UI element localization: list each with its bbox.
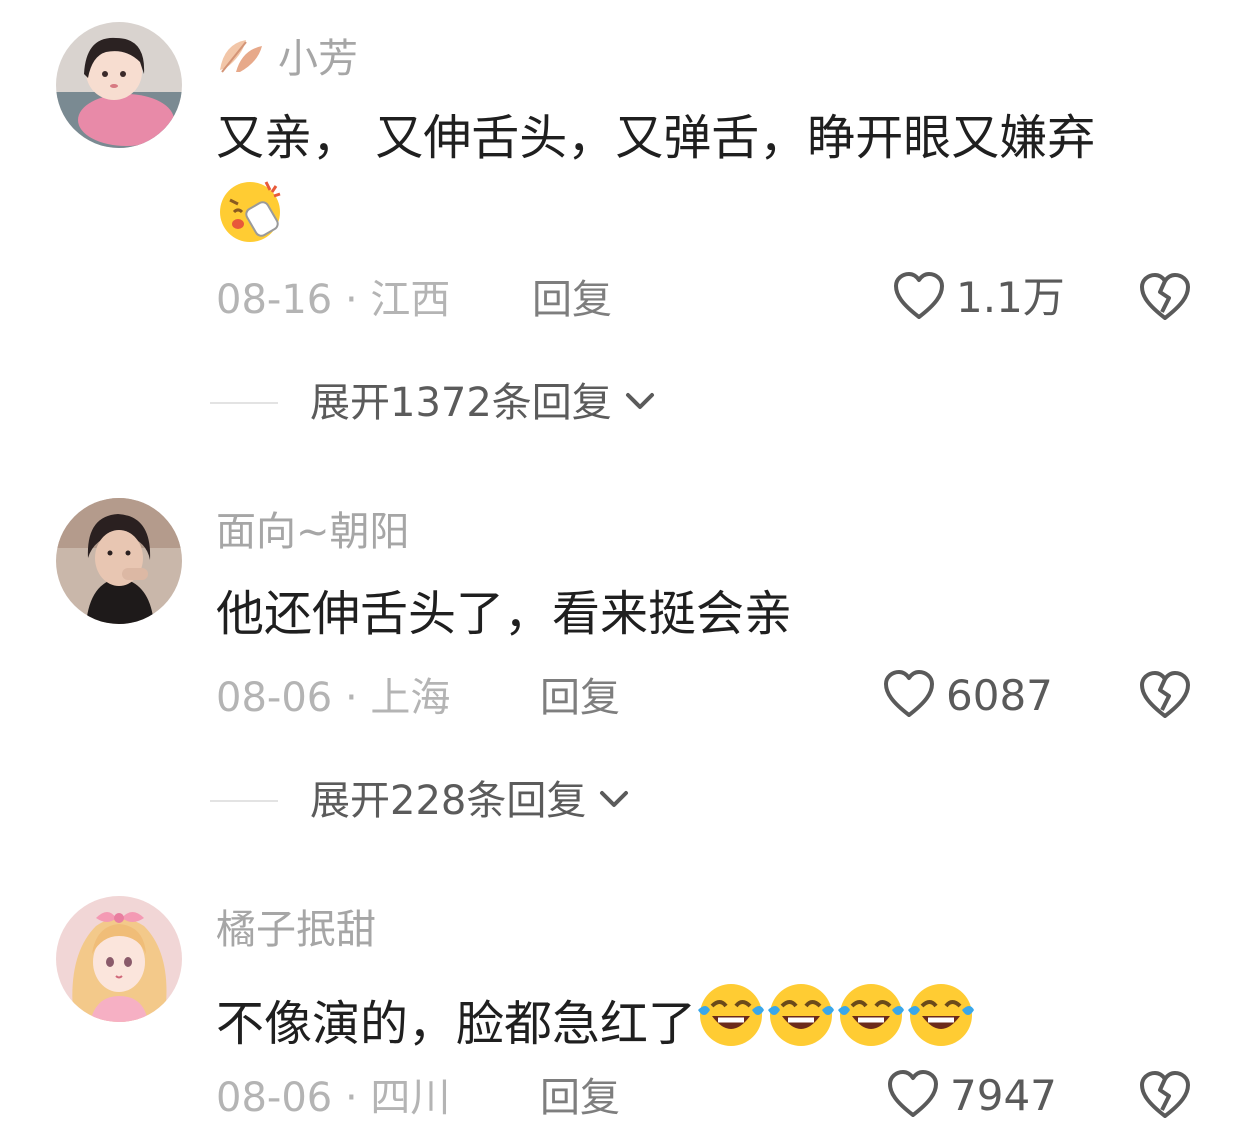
leaf-decoration-icon xyxy=(216,34,272,83)
like-count: 1.1万 xyxy=(956,273,1065,322)
heart-outline-icon xyxy=(886,1069,940,1123)
comment-text: 又亲， 又伸舌头，又弹舌，睁开眼又嫌弃 xyxy=(216,106,1216,260)
expand-replies-button[interactable]: 展开1372条回复 xyxy=(210,378,658,428)
reply-button[interactable]: 回复 xyxy=(532,280,612,320)
avatar[interactable] xyxy=(56,22,182,148)
username-text: 小芳 xyxy=(278,36,358,82)
chevron-down-icon xyxy=(596,787,632,815)
reply-button[interactable]: 回复 xyxy=(540,1078,620,1118)
like-button[interactable]: 6087 xyxy=(882,670,1053,722)
kissing-shocked-face-emoji-icon xyxy=(216,178,286,260)
broken-heart-icon xyxy=(1138,1071,1192,1124)
heart-outline-icon xyxy=(882,669,936,723)
expand-replies-label: 展开1372条回复 xyxy=(310,380,612,426)
broken-heart-icon xyxy=(1138,671,1192,724)
divider-line xyxy=(210,402,278,404)
heart-outline-icon xyxy=(892,271,946,325)
comment-text: 不像演的，脸都急红了 xyxy=(216,980,1216,1066)
username[interactable]: 橘子抿甜 xyxy=(216,910,376,950)
like-button[interactable]: 7947 xyxy=(886,1070,1057,1122)
date-location: 08-06 · 四川 xyxy=(216,1075,451,1121)
like-count: 7947 xyxy=(950,1071,1057,1120)
date-location: 08-06 · 上海 xyxy=(216,675,451,721)
chevron-down-icon xyxy=(622,389,658,417)
divider-line xyxy=(210,800,278,802)
avatar[interactable] xyxy=(56,896,182,1022)
broken-heart-icon xyxy=(1138,273,1192,326)
reply-button[interactable]: 回复 xyxy=(540,678,620,718)
comment-text-content: 又亲， 又伸舌头，又弹舌，睁开眼又嫌弃 xyxy=(216,110,1096,166)
dislike-button[interactable] xyxy=(1138,272,1192,324)
avatar-image xyxy=(56,498,182,624)
crying-laughing-emoji-group xyxy=(696,980,976,1066)
like-count: 6087 xyxy=(946,671,1053,720)
username[interactable]: 小芳 xyxy=(216,34,358,83)
dislike-button[interactable] xyxy=(1138,670,1192,722)
expand-replies-label: 展开228条回复 xyxy=(310,778,587,824)
expand-replies-button[interactable]: 展开228条回复 xyxy=(210,776,632,826)
dislike-button[interactable] xyxy=(1138,1070,1192,1122)
like-button[interactable]: 1.1万 xyxy=(892,272,1065,324)
date-location: 08-16 · 江西 xyxy=(216,277,451,323)
username[interactable]: 面向~朝阳 xyxy=(216,512,410,552)
comment-text: 他还伸舌头了，看来挺会亲 xyxy=(216,586,793,642)
avatar[interactable] xyxy=(56,498,182,624)
avatar-image xyxy=(56,896,182,1022)
comment-text-content: 不像演的，脸都急红了 xyxy=(216,996,697,1052)
avatar-image xyxy=(56,22,182,148)
